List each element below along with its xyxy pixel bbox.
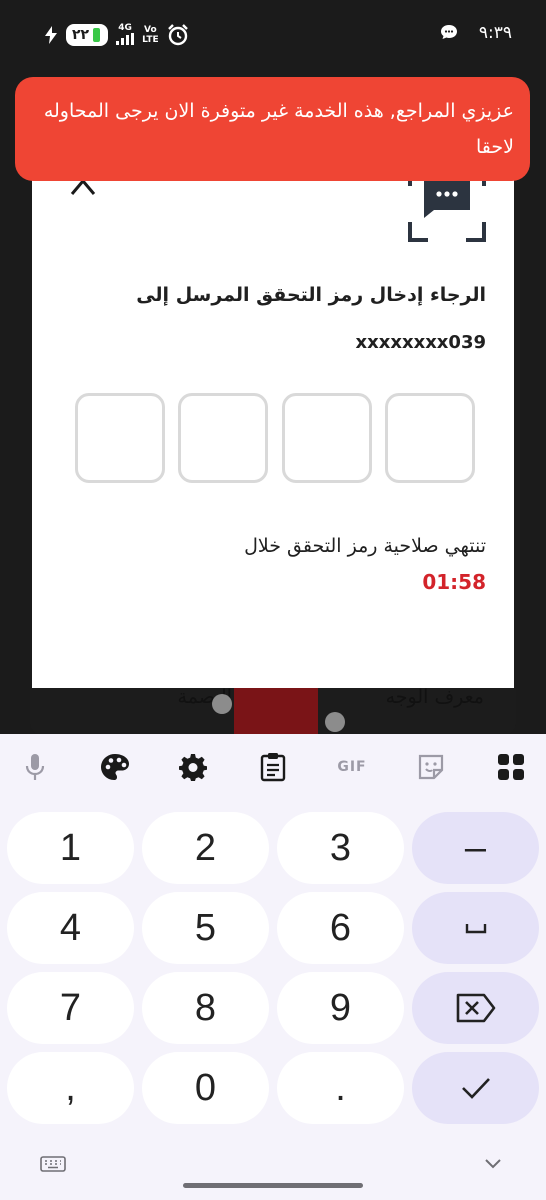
- gif-button[interactable]: GIF: [334, 752, 370, 782]
- key-space[interactable]: [412, 892, 539, 964]
- network-4g: 4G: [116, 22, 135, 48]
- status-bar: ٢٢ 4G Vo LTE ٩:٣٩: [0, 0, 546, 74]
- background-dot: [325, 712, 345, 732]
- signal-icon: [116, 32, 135, 45]
- backspace-icon: [456, 993, 495, 1023]
- dialog-title: الرجاء إدخال رمز التحقق المرسل إلى: [136, 284, 486, 306]
- otp-digit-input[interactable]: [281, 393, 372, 483]
- otp-digit-input[interactable]: [384, 393, 475, 483]
- volte-bottom: LTE: [142, 35, 159, 45]
- key-6[interactable]: 6: [277, 892, 404, 964]
- apps-grid-icon[interactable]: [496, 752, 526, 782]
- key-period[interactable]: .: [277, 1052, 404, 1124]
- error-toast: عزيزي المراجع, هذه الخدمة غير متوفرة الا…: [15, 77, 530, 181]
- key-3[interactable]: 3: [277, 812, 404, 884]
- battery-level-text: ٢٢: [72, 27, 90, 43]
- network-4g-label: 4G: [118, 22, 132, 33]
- palette-icon[interactable]: [100, 752, 130, 782]
- battery-indicator: ٢٢: [66, 24, 109, 46]
- status-time: ٩:٣٩: [478, 23, 512, 43]
- key-minus[interactable]: –: [412, 812, 539, 884]
- background-dot: [212, 694, 232, 714]
- keyboard-switch-icon[interactable]: [40, 1156, 66, 1172]
- key-enter[interactable]: [412, 1052, 539, 1124]
- expiry-text: تنتهي صلاحية رمز التحقق خلال: [244, 535, 486, 557]
- clipboard-icon[interactable]: [258, 752, 288, 782]
- masked-phone-number: xxxxxxxx039: [355, 332, 486, 353]
- microphone-icon[interactable]: [20, 752, 50, 782]
- sticker-icon[interactable]: [416, 752, 446, 782]
- key-5[interactable]: 5: [142, 892, 269, 964]
- key-backspace[interactable]: [412, 972, 539, 1044]
- checkmark-icon: [461, 1078, 490, 1099]
- otp-digit-input[interactable]: [75, 393, 165, 483]
- gif-label: GIF: [337, 759, 367, 775]
- key-1[interactable]: 1: [7, 812, 134, 884]
- numeric-keyboard: GIF: [0, 734, 546, 1200]
- alarm-icon: [167, 24, 188, 46]
- space-icon: [465, 924, 486, 934]
- key-9[interactable]: 9: [277, 972, 404, 1044]
- charging-icon: [45, 26, 57, 44]
- home-indicator[interactable]: [183, 1183, 363, 1188]
- volte-top: Vo: [144, 25, 157, 35]
- countdown-timer: 01:58: [422, 570, 486, 594]
- key-7[interactable]: 7: [7, 972, 134, 1044]
- volte-indicator: Vo LTE: [142, 25, 159, 45]
- otp-digit-input[interactable]: [178, 393, 269, 483]
- status-icons-left: ٢٢ 4G Vo LTE: [44, 22, 189, 48]
- key-4[interactable]: 4: [7, 892, 134, 964]
- key-comma[interactable]: ,: [7, 1052, 134, 1124]
- chevron-down-icon[interactable]: [484, 1158, 502, 1170]
- message-notification-icon: [441, 25, 457, 39]
- key-0[interactable]: 0: [142, 1052, 269, 1124]
- keyboard-toolbar: GIF: [0, 734, 546, 800]
- otp-input-row: [75, 393, 475, 483]
- otp-dialog: الرجاء إدخال رمز التحقق المرسل إلى xxxxx…: [32, 130, 514, 688]
- face-id-label: معرف الوجه: [385, 686, 484, 708]
- settings-gear-icon[interactable]: [178, 752, 208, 782]
- key-8[interactable]: 8: [142, 972, 269, 1044]
- battery-level-bar: [93, 28, 101, 42]
- key-2[interactable]: 2: [142, 812, 269, 884]
- background-logo: [234, 686, 318, 736]
